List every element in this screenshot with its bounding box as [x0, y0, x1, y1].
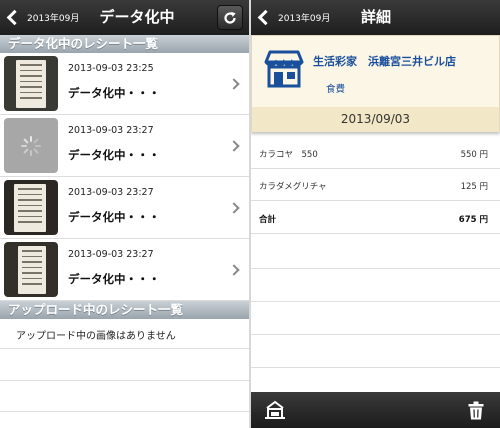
receipt-status: データ化中・・・: [68, 148, 160, 162]
item-name: カラダメグリチャ: [259, 182, 327, 192]
line-item-row[interactable]: カラダメグリチャ 125 円: [251, 171, 500, 201]
line-item-row[interactable]: カラコヤ 550 550 円: [251, 139, 500, 169]
receipt-status: データ化中・・・: [68, 272, 160, 286]
chevron-left-icon: [257, 9, 274, 26]
receipt-date: 2013-09-03 23:25: [68, 63, 154, 74]
receipt-processing-screen: 2013年09月 データ化中 データ化中のレシート一覧 2013-09-03 2…: [0, 0, 249, 428]
item-name: カラコヤ 550: [259, 150, 318, 160]
upload-receipt-button[interactable]: [263, 398, 287, 422]
page-title: データ化中: [99, 8, 175, 26]
divider: [251, 301, 500, 302]
receipt-date: 2013/09/03: [252, 107, 499, 132]
uploading-section-header: アップロード中のレシート一覧: [0, 301, 249, 319]
divider: [251, 268, 500, 269]
processing-section-header: データ化中のレシート一覧: [0, 35, 249, 53]
receipt-thumbnail-loading: [4, 118, 58, 173]
receipt-row[interactable]: 2013-09-03 23:27 データ化中・・・: [0, 177, 249, 239]
receipt-status: データ化中・・・: [68, 86, 160, 100]
empty-upload-message: アップロード中の画像はありません: [16, 331, 176, 342]
receipt-thumbnail: [4, 180, 58, 235]
chevron-right-icon: [228, 140, 240, 152]
receipt-date: 2013-09-03 23:27: [68, 125, 154, 136]
divider: [251, 334, 500, 335]
upload-receipt-icon: [265, 400, 285, 419]
trash-icon: [468, 401, 484, 419]
delete-button[interactable]: [464, 398, 488, 422]
chevron-left-icon: [6, 9, 23, 26]
item-price: 125 円: [460, 182, 488, 192]
item-price: 550 円: [460, 150, 488, 160]
back-button[interactable]: 2013年09月: [0, 0, 82, 35]
store-card: 生活彩家 浜離宮三井ビル店 食費 2013/09/03: [251, 35, 500, 132]
loading-spinner-icon: [21, 135, 41, 156]
back-button-label: 2013年09月: [27, 14, 80, 24]
receipt-status: データ化中・・・: [68, 210, 160, 224]
store-category[interactable]: 食費: [326, 81, 345, 95]
receipt-thumbnail: [4, 56, 58, 111]
chevron-right-icon: [228, 264, 240, 276]
chevron-right-icon: [228, 202, 240, 214]
divider: [0, 348, 249, 349]
receipt-thumbnail: [4, 242, 58, 297]
divider: [0, 380, 249, 381]
nav-bar: 2013年09月 データ化中: [0, 0, 249, 35]
total-price: 675 円: [458, 215, 488, 225]
receipt-detail-screen: 2013年09月 詳細 生活彩家 浜離宮三井ビル店 食費 2013/09/03 …: [251, 0, 500, 428]
total-label: 合計: [259, 215, 277, 225]
divider: [0, 411, 249, 412]
page-title: 詳細: [360, 8, 391, 26]
refresh-button[interactable]: [217, 5, 243, 30]
store-icon: [264, 50, 304, 88]
receipt-row[interactable]: 2013-09-03 23:25 データ化中・・・: [0, 53, 249, 115]
bottom-toolbar: [251, 392, 500, 428]
total-row: 合計 675 円: [251, 204, 500, 234]
chevron-right-icon: [228, 78, 240, 90]
receipt-date: 2013-09-03 23:27: [68, 187, 154, 198]
receipt-row[interactable]: 2013-09-03 23:27 データ化中・・・: [0, 115, 249, 177]
store-name: 生活彩家 浜離宮三井ビル店: [313, 55, 456, 68]
divider: [251, 367, 500, 368]
refresh-icon: [224, 11, 236, 24]
nav-bar: 2013年09月 詳細: [251, 0, 500, 35]
receipt-date: 2013-09-03 23:27: [68, 249, 154, 260]
receipt-row[interactable]: 2013-09-03 23:27 データ化中・・・: [0, 239, 249, 301]
